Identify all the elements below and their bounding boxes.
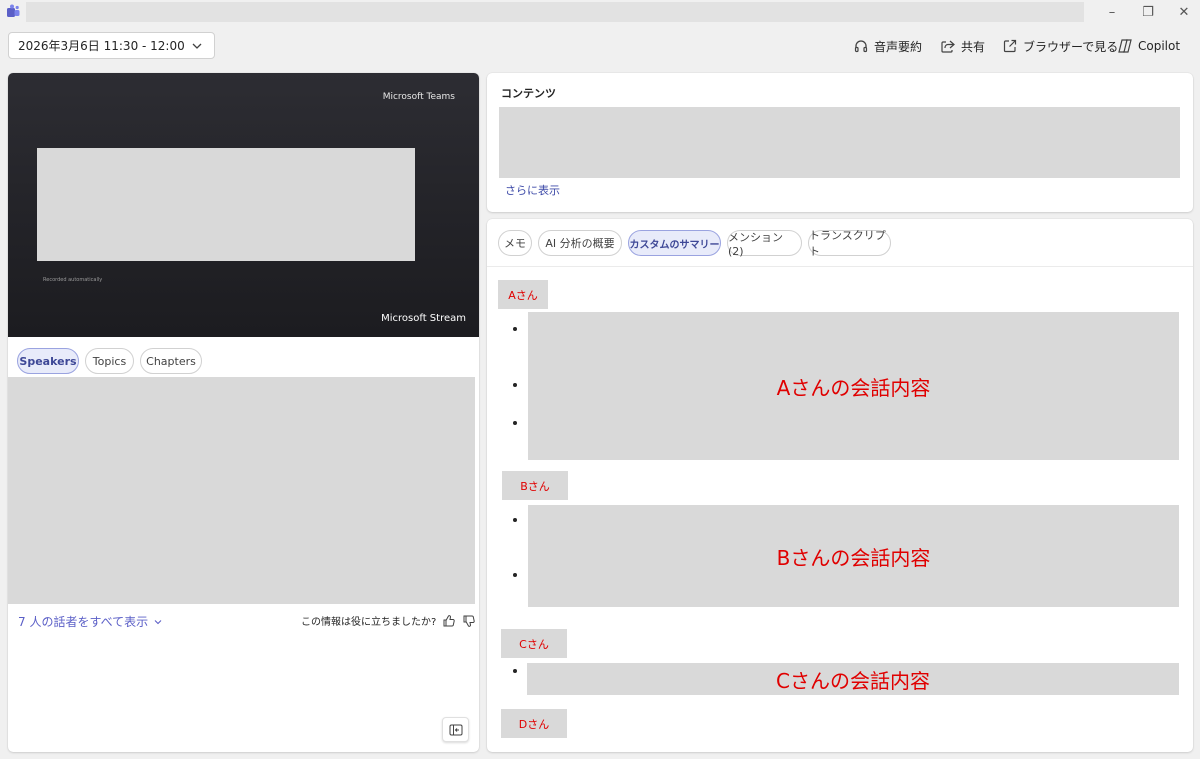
share-label: 共有 [961,39,986,54]
copilot-icon [1118,39,1132,53]
tab-speakers[interactable]: Speakers [17,348,79,374]
chevron-down-icon [154,619,162,624]
show-all-speakers-label: 7 人の話者をすべて表示 [18,615,149,629]
copilot-label: Copilot [1138,39,1181,53]
share-icon [941,40,955,53]
speakers-timeline-placeholder [8,377,475,604]
tab-transcript[interactable]: トランスクリプト [808,229,891,258]
teams-app-icon [7,4,20,17]
contents-title: コンテンツ [501,87,556,100]
speaker-c-content: Cさんの会話内容 [527,663,1179,695]
meeting-date-dropdown[interactable]: 2026年3月6日 11:30 - 12:00 [8,32,215,59]
tab-chapters[interactable]: Chapters [140,348,202,374]
speaker-b-content: Bさんの会話内容 [528,505,1179,607]
collapse-panel-button[interactable] [442,717,469,742]
speaker-tag-c: Cさん [501,629,567,658]
title-bar: – ❐ ✕ [0,0,1200,24]
speaker-tag-a: Aさん [498,280,548,309]
bullet [513,669,517,673]
show-all-speakers-link[interactable]: 7 人の話者をすべて表示 [18,613,163,630]
open-in-browser-label: ブラウザーで見る [1023,39,1119,54]
tab-ai-overview[interactable]: AI 分析の概要 [538,230,622,256]
tab-custom-summary[interactable]: カスタムのサマリー [628,230,721,256]
meeting-date-label: 2026年3月6日 11:30 - 12:00 [18,39,185,53]
minimize-button[interactable]: – [1094,0,1130,24]
panel-collapse-icon [449,724,462,735]
thumbs-up-icon[interactable] [442,614,456,628]
maximize-button[interactable]: ❐ [1130,0,1166,24]
speaker-tag-d: Dさん [501,709,567,738]
video-teams-label: Microsoft Teams [382,92,455,102]
copilot-button[interactable]: Copilot [1117,36,1180,56]
speaker-tag-b: Bさん [502,471,568,500]
video-slide-placeholder [37,148,415,261]
video-recorded-note: Recorded automatically [43,277,103,283]
tab-mentions[interactable]: メンション (2) [727,230,802,258]
open-in-browser-button[interactable]: ブラウザーで見る [1002,36,1118,56]
chevron-down-icon [192,43,202,49]
show-more-link[interactable]: さらに表示 [505,182,560,198]
feedback-question: この情報は役に立ちましたか? [301,617,437,628]
share-button[interactable]: 共有 [940,36,985,56]
tab-memo[interactable]: メモ [498,230,532,256]
close-button[interactable]: ✕ [1166,0,1200,24]
video-stream-label: Microsoft Stream [381,313,466,324]
audio-summary-button[interactable]: 音声要約 [853,36,922,56]
window-title-area [26,2,1084,22]
bullet [513,573,517,577]
open-external-icon [1003,39,1017,53]
speaker-a-content: Aさんの会話内容 [528,312,1179,460]
video-player[interactable]: Microsoft Teams Recorded automatically M… [8,73,479,337]
audio-summary-label: 音声要約 [874,39,923,54]
tabs-divider [487,266,1193,267]
contents-placeholder [499,107,1180,178]
tab-topics[interactable]: Topics [85,348,134,374]
bullet [513,421,517,425]
headphones-icon [854,40,868,53]
bullet [513,383,517,387]
bullet [513,518,517,522]
bullet [513,327,517,331]
thumbs-down-icon[interactable] [462,614,476,628]
feedback-prompt: この情報は役に立ちましたか? [301,613,476,628]
